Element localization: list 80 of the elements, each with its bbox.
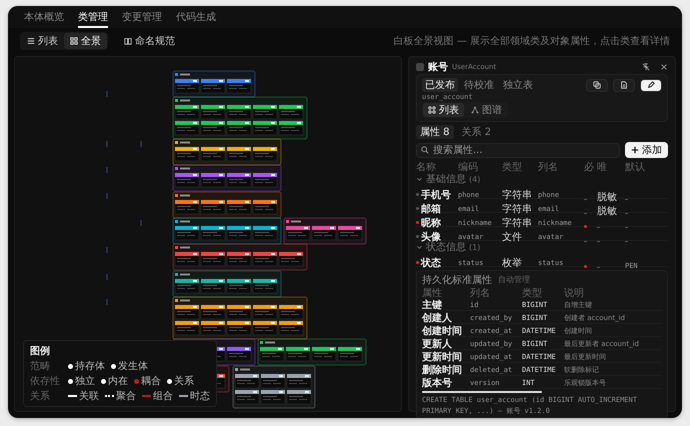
property-name: 更新时间	[422, 350, 463, 364]
scrollbar[interactable]	[422, 391, 542, 393]
legend-text: 时态	[190, 390, 210, 403]
legend-text: 关联	[79, 390, 99, 403]
legend-text: 关系	[174, 374, 194, 388]
grid-icon	[70, 37, 78, 45]
search-icon	[421, 146, 429, 154]
column-header: 类型	[522, 286, 543, 300]
grid-icon	[428, 106, 436, 114]
attribute-name: 手机号	[416, 188, 458, 202]
class-title: 账号	[428, 60, 448, 74]
legend-label: 依存性	[30, 374, 61, 388]
column-header: 唯	[597, 160, 608, 174]
graph-icon	[471, 106, 479, 114]
legend-title: 图例	[30, 344, 51, 358]
column-header: 类型	[502, 160, 523, 174]
view-toggle-button[interactable]: 图谱	[466, 103, 507, 117]
column-header: 名称	[416, 161, 437, 174]
edit-button[interactable]	[640, 78, 662, 92]
attribute-type: 字符串	[502, 188, 533, 202]
hint-text: 白板全景视图 — 展示全部领域类及对象属性，点击类查看详情	[394, 34, 670, 48]
property-name: 主键	[422, 298, 443, 312]
view-button[interactable]: 列表	[21, 33, 64, 49]
search-field[interactable]: 搜索属性...	[416, 142, 620, 158]
property-name: 版本号	[422, 376, 453, 390]
group-header[interactable]: 状态信息 (1)	[416, 241, 668, 253]
property-name: 删除时间	[422, 364, 463, 377]
column-header: 编码	[458, 160, 479, 174]
attribute-name: 状态	[416, 256, 458, 270]
naming-rules-button[interactable]: 命名规范	[118, 33, 181, 49]
attribute-type: 枚举	[502, 256, 523, 270]
attribute-type: 字符串	[502, 202, 533, 216]
sub-tab[interactable]: 关系 2	[458, 125, 496, 139]
unpin-icon[interactable]	[642, 63, 650, 71]
nav-tab[interactable]: 代码生成	[176, 8, 216, 28]
copy-button[interactable]	[586, 78, 608, 92]
column-header: 属性	[422, 286, 443, 299]
document-button[interactable]	[613, 78, 635, 92]
book-icon	[124, 37, 132, 45]
legend-text: 内在	[108, 374, 128, 388]
attribute-type: 字符串	[502, 216, 533, 230]
status-chip[interactable]: 已发布	[422, 78, 458, 92]
add-button[interactable]: 添加	[625, 142, 668, 158]
attribute-type: 文件	[502, 230, 523, 244]
view-button[interactable]: 全景	[64, 33, 107, 49]
group-header[interactable]: 基础信息 (4)	[416, 173, 668, 185]
column-header: 必	[584, 160, 595, 174]
legend-text: 耦合	[141, 375, 161, 388]
attribute-name: 邮箱	[416, 202, 458, 216]
legend-label: 范畴	[30, 360, 51, 373]
column-header: 列名	[538, 161, 559, 174]
close-icon[interactable]	[660, 63, 668, 71]
legend-text: 独立	[75, 374, 95, 388]
view-toggle-button[interactable]: 列表	[423, 103, 464, 117]
legend-text: 发生体	[118, 360, 148, 373]
document-icon	[620, 81, 628, 89]
nav-tab[interactable]: 变更管理	[122, 8, 162, 28]
property-name: 更新人	[422, 337, 453, 351]
list-icon	[27, 37, 35, 45]
section-title: 持久化标准属性	[422, 274, 492, 286]
attribute-name: 昵称	[416, 216, 458, 230]
legend-text: 聚合	[116, 390, 136, 403]
legend-text: 持存体	[75, 360, 105, 373]
column-header: 说明	[564, 287, 585, 300]
sub-tab[interactable]: 属性 8	[416, 125, 454, 139]
nav-tab[interactable]: 类管理	[78, 8, 108, 28]
section-note: 自动管理	[498, 274, 530, 285]
copy-icon	[593, 81, 601, 89]
property-name: 创建时间	[422, 324, 463, 338]
plus-icon	[631, 146, 639, 154]
legend-label: 关系	[30, 390, 51, 403]
pencil-icon	[647, 81, 655, 89]
nav-tab[interactable]: 本体概览	[24, 8, 64, 28]
status-chip[interactable]: 独立表	[500, 78, 536, 92]
property-name: 创建人	[422, 312, 453, 325]
column-header: 默认	[625, 161, 646, 174]
column-header: 列名	[470, 287, 491, 300]
class-icon	[416, 63, 424, 71]
status-chip[interactable]: 待校准	[461, 78, 497, 92]
legend-text: 组合	[153, 390, 173, 403]
